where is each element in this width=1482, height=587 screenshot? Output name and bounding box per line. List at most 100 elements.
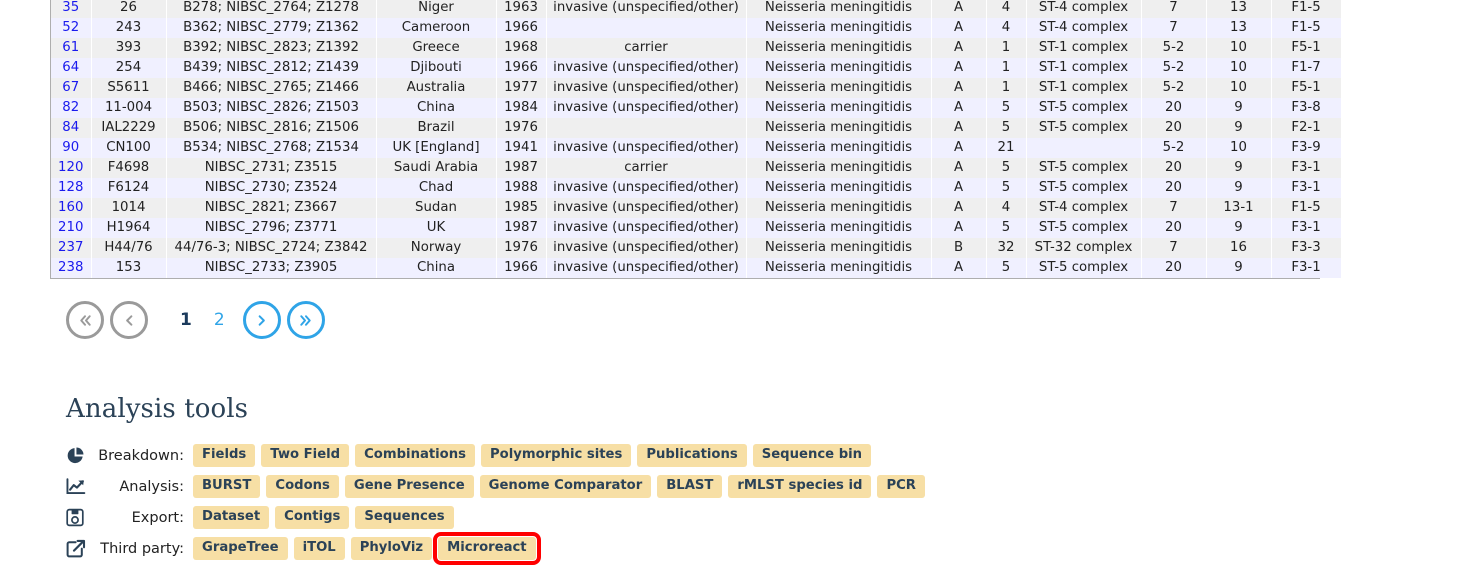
tool-button-contigs[interactable]: Contigs [275, 506, 350, 529]
table-cell-st: 5 [986, 258, 1027, 278]
table-cell-id[interactable]: 61 [51, 38, 92, 58]
table-cell-id[interactable]: 84 [51, 118, 92, 138]
table-cell-isolate: H1964 [91, 218, 167, 238]
table-cell-year: 1976 [496, 118, 547, 138]
table-cell-disease: invasive (unspecified/other) [546, 198, 747, 218]
isolate-id-link[interactable]: 61 [62, 40, 79, 55]
table-cell-st: 4 [986, 198, 1027, 218]
table-cell-country: Chad [376, 178, 497, 198]
table-cell-id[interactable]: 210 [51, 218, 92, 238]
tool-button-rmlst-species-id[interactable]: rMLST species id [728, 475, 872, 498]
table-cell-isolate: 26 [91, 0, 167, 18]
table-cell-vr2: 9 [1206, 178, 1272, 198]
isolate-id-link[interactable]: 160 [58, 200, 83, 215]
table-cell-year: 1984 [496, 98, 547, 118]
table-cell-feta: F3-1 [1271, 218, 1342, 238]
table-cell-isolate: CN100 [91, 138, 167, 158]
table-cell-complex [1026, 138, 1142, 158]
table-cell-country: Niger [376, 0, 497, 18]
table-cell-id[interactable]: 67 [51, 78, 92, 98]
pagination-prev-button[interactable] [110, 301, 148, 339]
tool-button-sequences[interactable]: Sequences [355, 506, 454, 529]
table-cell-aliases: B278; NIBSC_2764; Z1278 [166, 0, 377, 18]
table-cell-aliases: NIBSC_2731; Z3515 [166, 158, 377, 178]
tool-button-dataset[interactable]: Dataset [193, 506, 270, 529]
tool-button-itol[interactable]: iTOL [293, 537, 345, 560]
pagination-page-link[interactable]: 2 [214, 310, 225, 330]
tool-button-fields[interactable]: Fields [193, 444, 256, 467]
table-cell-country: Sudan [376, 198, 497, 218]
tool-button-phyloviz[interactable]: PhyloViz [350, 537, 433, 560]
table-cell-feta: F3-1 [1271, 178, 1342, 198]
table-cell-species: Neisseria meningitidis [746, 258, 932, 278]
tool-button-burst[interactable]: BURST [193, 475, 261, 498]
tool-button-microreact[interactable]: Microreact [433, 532, 541, 565]
table-cell-disease [546, 18, 747, 38]
table-cell-id[interactable]: 120 [51, 158, 92, 178]
table-cell-complex: ST-32 complex [1026, 238, 1142, 258]
table-cell-vr1: 7 [1141, 238, 1207, 258]
analysis-tool-button-group: Dataset Contigs Sequences [193, 506, 454, 529]
table-cell-country: China [376, 98, 497, 118]
table-cell-id[interactable]: 90 [51, 138, 92, 158]
tool-button-gene-presence[interactable]: Gene Presence [344, 475, 474, 498]
tool-button-two-field[interactable]: Two Field [261, 444, 350, 467]
isolate-id-link[interactable]: 82 [62, 100, 79, 115]
pagination-next-button[interactable] [242, 301, 281, 339]
table-cell-id[interactable]: 160 [51, 198, 92, 218]
pagination-first-button[interactable] [66, 301, 104, 339]
table-cell-id[interactable]: 128 [51, 178, 92, 198]
table-row: 35 26 B278; NIBSC_2764; Z1278 Niger 1963 inva… [51, 0, 1342, 18]
analysis-tool-row: Breakdown: Fields Two Field Combinations Pol… [66, 440, 1366, 471]
table-cell-disease [546, 118, 747, 138]
table-cell-year: 1987 [496, 158, 547, 178]
table-cell-id[interactable]: 52 [51, 18, 92, 38]
tool-button-polymorphic-sites[interactable]: Polymorphic sites [480, 444, 632, 467]
table-cell-disease: invasive (unspecified/other) [546, 98, 747, 118]
tool-button-genome-comparator[interactable]: Genome Comparator [479, 475, 652, 498]
table-row: 237 H44/76 44/76-3; NIBSC_2724; Z3842 Norwa… [51, 238, 1342, 258]
table-row: 61 393 B392; NIBSC_2823; Z1392 Greece 1968 ca… [51, 38, 1342, 58]
table-cell-st: 1 [986, 78, 1027, 98]
table-cell-id[interactable]: 237 [51, 238, 92, 258]
table-cell-feta: F1-5 [1271, 0, 1342, 18]
table-cell-species: Neisseria meningitidis [746, 198, 932, 218]
table-cell-species: Neisseria meningitidis [746, 18, 932, 38]
table-cell-id[interactable]: 238 [51, 258, 92, 278]
tool-button-combinations[interactable]: Combinations [355, 444, 475, 467]
isolate-id-link[interactable]: 90 [62, 140, 79, 155]
table-cell-feta: F1-5 [1271, 18, 1342, 38]
table-cell-id[interactable]: 35 [51, 0, 92, 18]
isolate-id-link[interactable]: 237 [58, 240, 83, 255]
isolate-id-link[interactable]: 128 [58, 180, 83, 195]
tool-button-grapetree[interactable]: GrapeTree [193, 537, 288, 560]
table-cell-aliases: B534; NIBSC_2768; Z1534 [166, 138, 377, 158]
table-cell-id[interactable]: 64 [51, 58, 92, 78]
table-cell-vr1: 7 [1141, 18, 1207, 38]
table-cell-st: 32 [986, 238, 1027, 258]
table-cell-species: Neisseria meningitidis [746, 178, 932, 198]
table-cell-aliases: B506; NIBSC_2816; Z1506 [166, 118, 377, 138]
analysis-tools-heading: Analysis tools [66, 394, 249, 424]
table-cell-vr1: 5-2 [1141, 58, 1207, 78]
table-cell-id[interactable]: 82 [51, 98, 92, 118]
isolate-id-link[interactable]: 64 [62, 60, 79, 75]
isolate-id-link[interactable]: 120 [58, 160, 83, 175]
tool-button-publications[interactable]: Publications [637, 444, 747, 467]
isolate-id-link[interactable]: 52 [62, 20, 79, 35]
isolate-id-link[interactable]: 67 [62, 80, 79, 95]
tool-button-sequence-bin[interactable]: Sequence bin [752, 444, 872, 467]
pagination-last-button[interactable] [286, 301, 325, 339]
table-cell-vr2: 9 [1206, 218, 1272, 238]
isolate-id-link[interactable]: 210 [58, 220, 83, 235]
table-cell-vr1: 7 [1141, 198, 1207, 218]
tool-button-codons[interactable]: Codons [266, 475, 339, 498]
table-cell-isolate: S5611 [91, 78, 167, 98]
isolate-id-link[interactable]: 238 [58, 260, 83, 275]
isolate-id-link[interactable]: 35 [62, 0, 79, 15]
tool-button-pcr[interactable]: PCR [877, 475, 925, 498]
tool-button-blast[interactable]: BLAST [657, 475, 723, 498]
table-cell-st: 5 [986, 178, 1027, 198]
table-cell-disease: invasive (unspecified/other) [546, 0, 747, 18]
isolate-id-link[interactable]: 84 [62, 120, 79, 135]
